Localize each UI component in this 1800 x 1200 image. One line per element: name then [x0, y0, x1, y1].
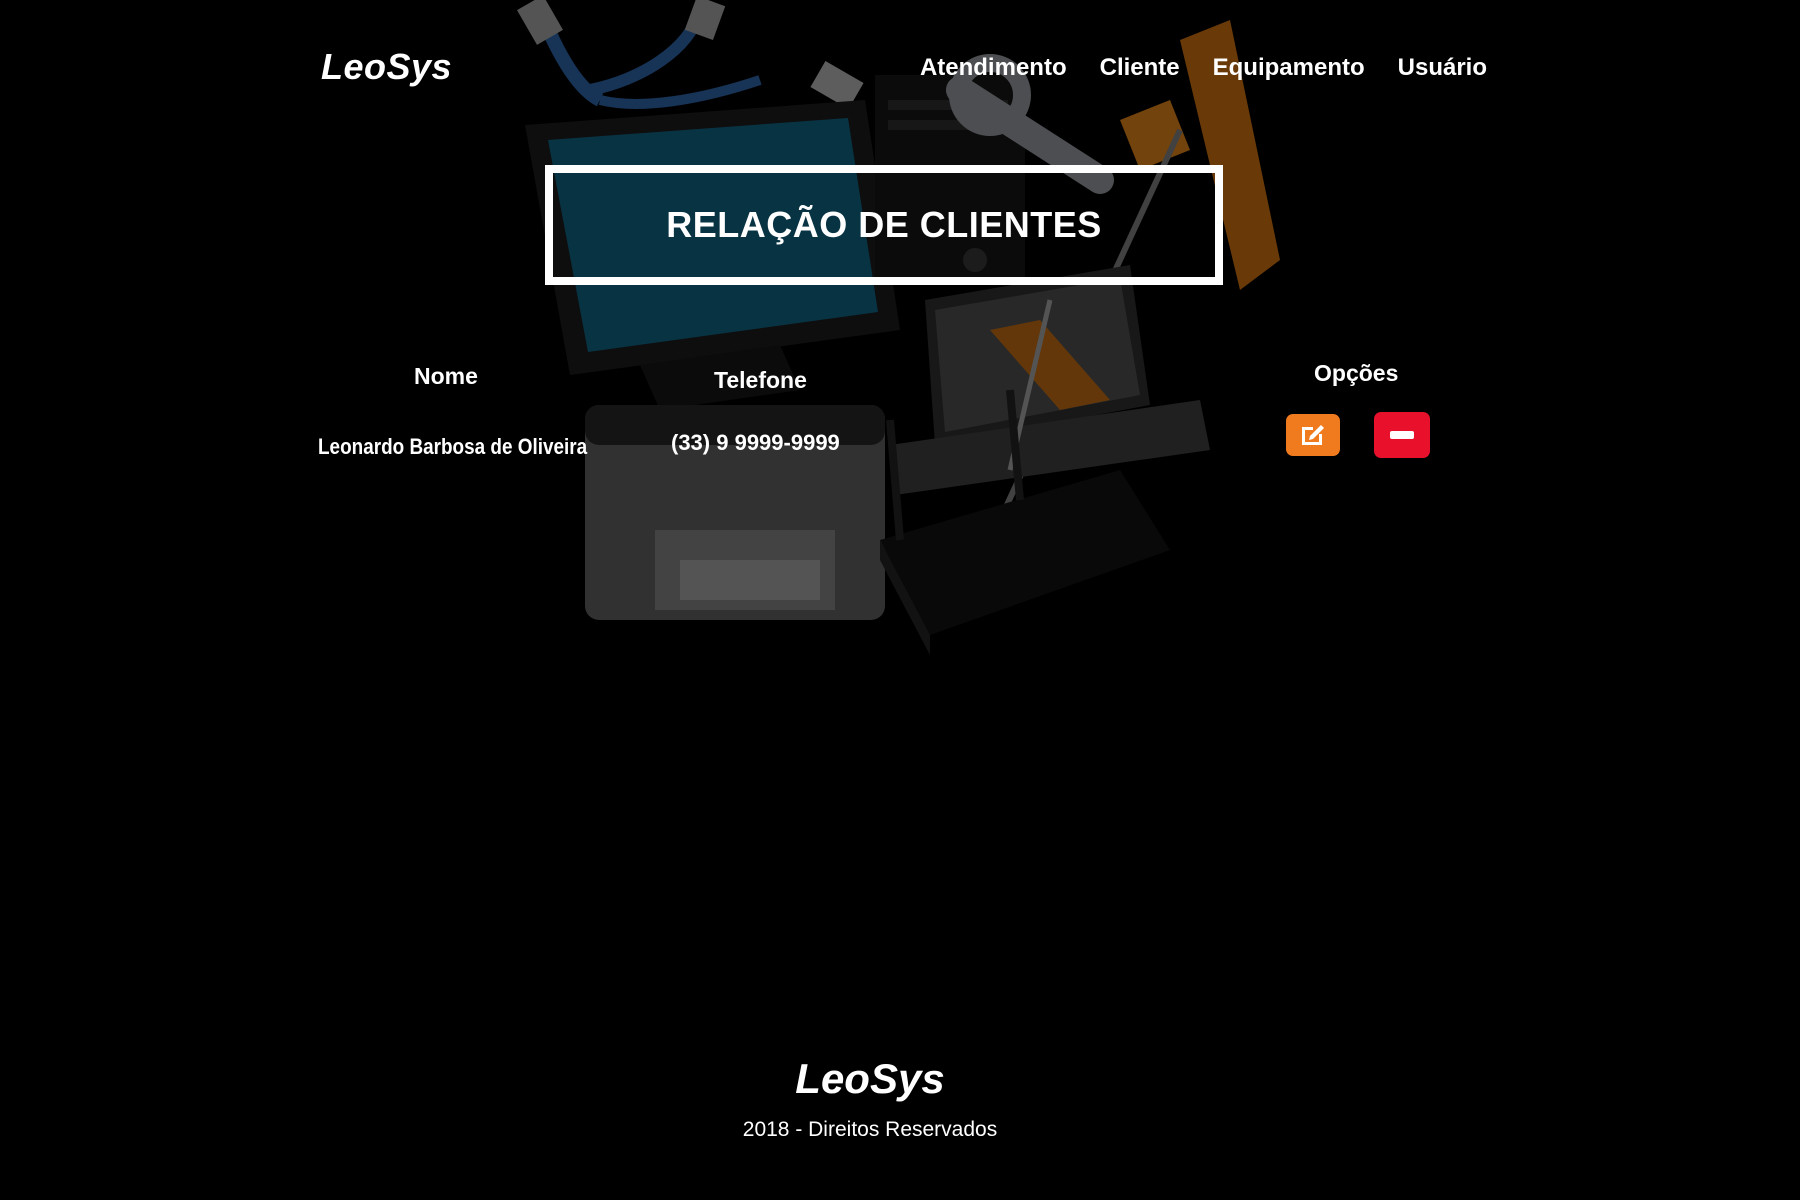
nav-item-equipamento[interactable]: Equipamento: [1213, 54, 1365, 82]
main-nav: Atendimento Cliente Equipamento Usuário: [920, 54, 1487, 82]
footer-brand: LeoSys: [795, 1055, 945, 1102]
brand-logo[interactable]: LeoSys: [321, 46, 452, 88]
column-header-telefone: Telefone: [714, 367, 807, 393]
nav-item-cliente[interactable]: Cliente: [1100, 54, 1180, 82]
column-header-opcoes: Opções: [1314, 360, 1399, 386]
page: LeoSys Atendimento Cliente Equipamento U…: [0, 0, 1800, 1200]
client-phone-cell: (33) 9 9999-9999: [671, 430, 840, 455]
nav-item-usuario[interactable]: Usuário: [1398, 54, 1487, 82]
remove-client-button[interactable]: [1374, 412, 1430, 458]
column-header-nome: Nome: [414, 363, 478, 389]
page-title: RELAÇÃO DE CLIENTES: [666, 204, 1102, 245]
background-hardware-illustration: [517, 0, 1280, 655]
minus-icon: [1389, 428, 1415, 443]
client-name-cell: Leonardo Barbosa de Oliveira: [318, 434, 588, 459]
edit-client-button[interactable]: [1286, 414, 1340, 456]
page-title-box: RELAÇÃO DE CLIENTES: [545, 165, 1223, 285]
edit-icon: [1299, 421, 1327, 450]
nav-item-atendimento[interactable]: Atendimento: [920, 54, 1067, 82]
footer-copyright: 2018 - Direitos Reservados: [742, 1118, 998, 1141]
